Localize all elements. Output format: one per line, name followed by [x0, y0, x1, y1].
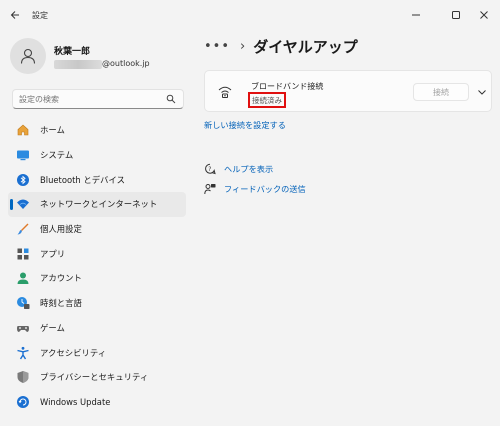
show-help-link[interactable]: ? ヘルプを表示 — [204, 163, 273, 175]
sidebar-item-label: アプリ — [40, 248, 66, 259]
expand-button[interactable] — [475, 85, 489, 99]
status-highlight-box: 接続済み — [248, 92, 286, 108]
sidebar-item-windows-update[interactable]: Windows Update — [8, 390, 186, 415]
sidebar-item-label: Bluetooth とデバイス — [40, 174, 125, 185]
arrow-left-icon — [10, 11, 19, 19]
minimize-icon — [412, 14, 420, 16]
sidebar-item-bluetooth[interactable]: Bluetooth とデバイス — [8, 167, 186, 192]
breadcrumb-more-button[interactable]: ••• — [204, 39, 230, 54]
feedback-link[interactable]: フィードバックの送信 — [204, 183, 306, 195]
avatar — [10, 38, 46, 74]
sidebar-item-accessibility[interactable]: アクセシビリティ — [8, 340, 186, 365]
sidebar-item-system[interactable]: システム — [8, 143, 186, 168]
email-redacted — [54, 60, 102, 69]
title-bar: 設定 — [0, 0, 500, 30]
sidebar-item-label: アクセシビリティ — [40, 347, 107, 358]
shield-icon — [16, 370, 30, 384]
sidebar-item-time-language[interactable]: 時刻と言語 — [8, 291, 186, 316]
sidebar-item-apps[interactable]: アプリ — [8, 241, 186, 266]
search-input[interactable] — [12, 89, 184, 109]
sidebar-item-label: アカウント — [40, 273, 82, 284]
sidebar-item-personalization[interactable]: 個人用設定 — [8, 217, 186, 242]
user-email: @outlook.jp — [102, 59, 150, 68]
chevron-right-icon: › — [240, 39, 246, 54]
chevron-down-icon — [478, 90, 486, 95]
connection-status: 接続済み — [252, 95, 282, 105]
sidebar-item-label: プライバシーとセキュリティ — [40, 372, 149, 383]
sidebar-item-label: ゲーム — [40, 322, 65, 333]
gaming-icon — [16, 321, 30, 335]
windows-update-icon — [16, 395, 30, 409]
system-icon — [16, 148, 30, 162]
feedback-label: フィードバックの送信 — [224, 184, 306, 194]
person-icon — [20, 48, 36, 64]
sidebar-item-label: ホーム — [40, 125, 65, 136]
main-content: ••• › ダイヤルアップ ブロードバンド接続 接続済み 接続 新しい接続を設定… — [192, 30, 500, 426]
sidebar-item-home[interactable]: ホーム — [8, 118, 186, 143]
connection-name: ブロードバンド接続 — [251, 82, 324, 91]
back-button[interactable] — [6, 6, 24, 24]
sidebar-item-label: システム — [40, 150, 74, 161]
minimize-button[interactable] — [406, 5, 426, 25]
bluetooth-icon — [16, 173, 30, 187]
help-icon: ? — [204, 163, 216, 175]
sidebar-item-gaming[interactable]: ゲーム — [8, 316, 186, 341]
sidebar-item-network[interactable]: ネットワークとインターネット — [8, 192, 186, 217]
dialup-icon — [218, 86, 232, 98]
sidebar-item-label: 個人用設定 — [40, 224, 82, 235]
nav-list: ホーム システム Bluetooth とデバイス ネットワークとインターネット … — [8, 118, 186, 414]
time-language-icon — [16, 296, 30, 310]
sidebar-item-accounts[interactable]: アカウント — [8, 266, 186, 291]
maximize-icon — [452, 11, 460, 19]
maximize-button[interactable] — [446, 5, 466, 25]
network-icon — [16, 197, 30, 211]
user-name: 秋葉一郎 — [54, 47, 91, 57]
home-icon — [16, 123, 30, 137]
accessibility-icon — [16, 346, 30, 360]
close-button[interactable] — [474, 5, 494, 25]
page-title: ダイヤルアップ — [253, 38, 358, 56]
sidebar-item-label: 時刻と言語 — [40, 298, 82, 309]
connection-card[interactable]: ブロードバンド接続 接続済み 接続 — [204, 70, 492, 112]
new-connection-link[interactable]: 新しい接続を設定する — [204, 119, 286, 131]
brush-icon — [16, 222, 30, 236]
user-profile[interactable]: 秋葉一郎 @outlook.jp — [10, 38, 190, 78]
connect-button[interactable]: 接続 — [413, 83, 469, 101]
sidebar: 秋葉一郎 @outlook.jp ホーム システム Bluetooth とデバイ… — [0, 30, 192, 426]
account-icon — [16, 271, 30, 285]
close-icon — [480, 11, 488, 19]
apps-icon — [16, 247, 30, 261]
sidebar-item-label: Windows Update — [40, 396, 111, 407]
show-help-label: ヘルプを表示 — [224, 164, 274, 174]
breadcrumb: ••• › ダイヤルアップ — [204, 36, 358, 57]
feedback-icon — [204, 183, 216, 195]
window-title: 設定 — [32, 11, 48, 20]
search-icon[interactable] — [166, 94, 176, 104]
sidebar-item-privacy[interactable]: プライバシーとセキュリティ — [8, 365, 186, 390]
svg-text:?: ? — [208, 166, 211, 173]
sidebar-item-label: ネットワークとインターネット — [40, 199, 158, 210]
